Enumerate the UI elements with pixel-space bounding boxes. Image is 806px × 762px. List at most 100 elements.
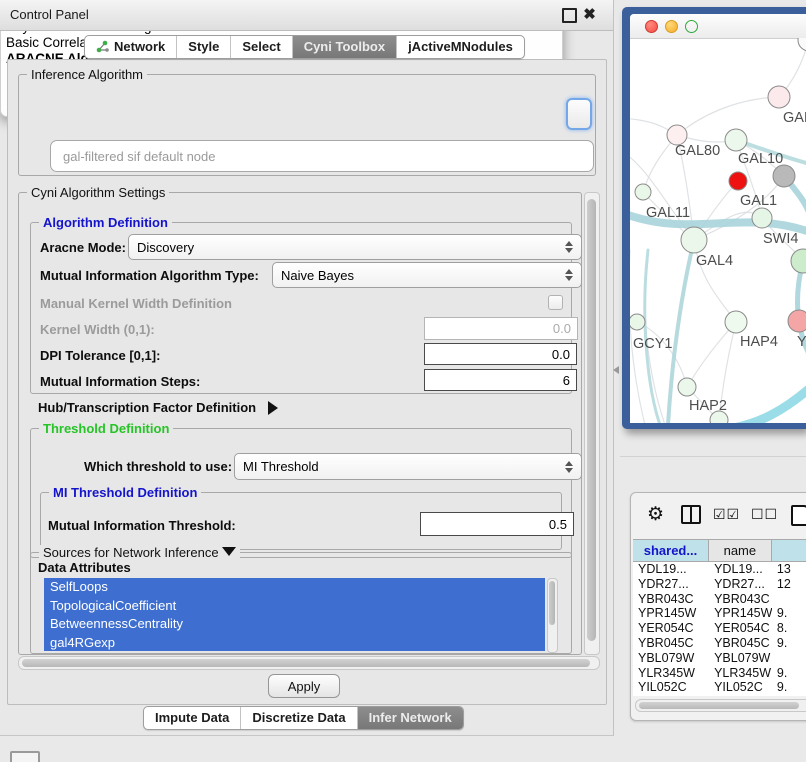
table-cell: YLR345W	[709, 666, 772, 681]
deselect-all-icon[interactable]: ☐☐	[751, 506, 778, 523]
table-settings-gear-icon[interactable]: ⚙	[647, 505, 664, 524]
network-source-combobox[interactable]: gal-filtered sif default node	[50, 140, 594, 172]
hub-definition-toggle[interactable]: Hub/Transcription Factor Definition	[38, 400, 278, 415]
column-header-shared[interactable]: shared...	[633, 540, 709, 562]
attribute-item-gal4rgexp[interactable]: gal4RGexp	[44, 634, 545, 652]
table-row[interactable]: YBL079WYBL079W	[633, 651, 806, 666]
network-node-gal1[interactable]	[752, 208, 772, 228]
tab-select[interactable]: Select	[230, 36, 291, 58]
table-row[interactable]: YDL19...YDL19...13	[633, 562, 806, 577]
table-cell: YIL052C	[709, 680, 772, 695]
column-header-name[interactable]: name	[709, 540, 772, 562]
manual-kernel-checkbox[interactable]	[548, 295, 563, 310]
control-panel-titlebar: Control Panel ✖	[0, 0, 613, 31]
mi-steps-value: 6	[563, 373, 570, 388]
mi-type-value: Naive Bayes	[281, 268, 354, 283]
network-edge[interactable]	[738, 388, 806, 427]
kernel-width-label: Kernel Width (0,1):	[40, 322, 155, 337]
which-threshold-combobox[interactable]: MI Threshold	[234, 453, 582, 480]
settings-vertical-scrollbar[interactable]	[584, 192, 600, 655]
table-horizontal-scrollbar[interactable]	[635, 699, 806, 712]
collapsed-panel-icon[interactable]	[10, 751, 40, 762]
mi-threshold-field[interactable]: 0.5	[420, 512, 574, 536]
mi-type-combobox[interactable]: Naive Bayes	[272, 262, 582, 288]
select-all-icon[interactable]: ☑☑	[713, 506, 740, 523]
apply-button[interactable]: Apply	[268, 674, 340, 698]
network-node-gal11[interactable]	[635, 184, 651, 200]
network-node-gal80[interactable]	[667, 125, 687, 145]
tab-impute-data[interactable]: Impute Data	[144, 707, 240, 729]
table-cell: YBR045C	[709, 636, 772, 651]
kernel-width-field[interactable]: 0.0	[424, 317, 578, 340]
tab-network[interactable]: Network	[85, 36, 176, 58]
attributes-list-scrollbar[interactable]	[547, 578, 558, 653]
dpi-tolerance-field[interactable]: 0.0	[424, 343, 577, 365]
network-node-hap4[interactable]	[725, 311, 747, 333]
algorithm-definition-label: Algorithm Definition	[39, 215, 172, 230]
network-node[interactable]	[729, 172, 747, 190]
sources-group-label: Sources for Network Inference	[43, 545, 219, 560]
tab-discretize-data[interactable]: Discretize Data	[240, 707, 356, 729]
tab-style[interactable]: Style	[176, 36, 230, 58]
table-cell: 9.	[772, 636, 806, 651]
settings-horizontal-scrollbar[interactable]	[18, 656, 600, 670]
attribute-item-selfloops[interactable]: SelfLoops	[44, 578, 545, 597]
node-label-gal10: GAL10	[738, 151, 783, 167]
table-row[interactable]: YPR145WYPR145W9.	[633, 606, 806, 621]
node-label-gcy1: GCY1	[633, 336, 673, 352]
network-edge[interactable]	[677, 97, 779, 135]
network-node-gal10[interactable]	[725, 129, 747, 151]
threshold-definition-label: Threshold Definition	[39, 421, 173, 436]
network-node-y[interactable]	[788, 310, 806, 332]
network-node[interactable]	[710, 411, 728, 429]
table-cell: YDR27...	[633, 577, 709, 592]
close-panel-icon[interactable]: ✖	[583, 8, 596, 21]
tab-cyni-toolbox[interactable]: Cyni Toolbox	[292, 36, 396, 58]
hub-definition-label: Hub/Transcription Factor Definition	[38, 400, 256, 415]
aracne-mode-label: Aracne Mode:	[40, 240, 126, 255]
network-node-gal4[interactable]	[681, 227, 707, 253]
network-canvas[interactable]: GALGAL80GAL10GAL1GAL11GAL4SWI4GCY1HAP4YH…	[620, 0, 806, 445]
network-node[interactable]	[798, 29, 806, 51]
table-cell: YDL19...	[709, 562, 772, 577]
table-row[interactable]: YBR043CYBR043C	[633, 592, 806, 607]
float-window-icon[interactable]	[562, 8, 577, 23]
attribute-item-betweennesscentrality[interactable]: BetweennessCentrality	[44, 615, 545, 634]
control-panel: Control Panel ✖ Network Style Select Cyni T…	[0, 0, 614, 736]
table-cell: YLR345W	[633, 666, 709, 681]
column-header-col2[interactable]	[772, 540, 806, 562]
table-row[interactable]: YLR345WYLR345W9.	[633, 666, 806, 681]
network-node-swi4[interactable]	[791, 249, 806, 273]
mi-steps-label: Mutual Information Steps:	[40, 374, 200, 389]
which-threshold-value: MI Threshold	[243, 459, 319, 474]
table-body: YDL19...YDL19...13YDR27...YDR27...12YBR0…	[633, 562, 806, 695]
tab-cyni-toolbox-label: Cyni Toolbox	[304, 39, 385, 54]
table-row[interactable]: YIL052CYIL052C9.	[633, 680, 806, 695]
table-row[interactable]: YBR045CYBR045C9.	[633, 636, 806, 651]
attribute-item-topologicalcoefficient[interactable]: TopologicalCoefficient	[44, 597, 545, 616]
table-row[interactable]: YDR27...YDR27...12	[633, 577, 806, 592]
split-divider-collapse-icon[interactable]	[613, 366, 619, 374]
network-node-gal[interactable]	[768, 86, 790, 108]
tab-jactivemnodules[interactable]: jActiveMNodules	[396, 36, 524, 58]
tab-style-label: Style	[188, 39, 219, 54]
mi-threshold-group-label: MI Threshold Definition	[49, 485, 201, 500]
node-label-gal11: GAL11	[646, 205, 690, 221]
app-root: Control Panel ✖ Network Style Select Cyni T…	[0, 0, 806, 762]
network-node-gcy1[interactable]	[629, 314, 645, 330]
table-row[interactable]: YER054CYER054C8.	[633, 621, 806, 636]
aracne-mode-combobox[interactable]: Discovery	[128, 234, 582, 260]
network-node-hap2[interactable]	[678, 378, 696, 396]
node-label-y: Y	[797, 334, 806, 350]
table-columns-icon[interactable]	[681, 505, 701, 524]
table-cell	[772, 651, 806, 666]
mi-steps-field[interactable]: 6	[424, 369, 577, 391]
network-node[interactable]	[773, 165, 795, 187]
tab-infer-network[interactable]: Infer Network	[357, 707, 463, 729]
tab-discretize-data-label: Discretize Data	[252, 710, 345, 725]
sources-group-toggle[interactable]: Sources for Network Inference	[39, 545, 240, 560]
export-table-icon[interactable]	[791, 505, 806, 526]
table-cell: YPR145W	[633, 606, 709, 621]
top-tabs: Network Style Select Cyni Toolbox jActiveMNo…	[84, 35, 525, 59]
algorithm-combobox-spinner[interactable]	[566, 98, 592, 130]
